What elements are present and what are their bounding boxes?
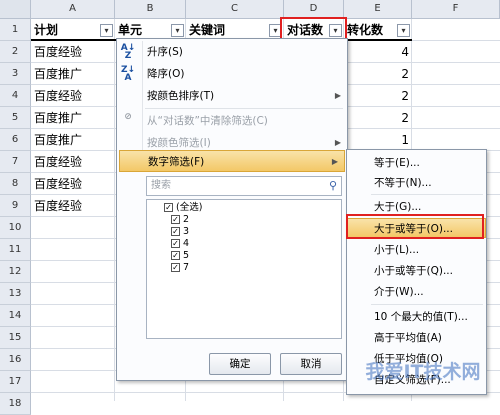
filter-dropdown-icon[interactable]: ▾ bbox=[171, 24, 184, 37]
search-icon: ⚲ bbox=[329, 179, 338, 192]
column-header-a[interactable]: A bbox=[31, 0, 115, 19]
column-header-c[interactable]: C bbox=[186, 0, 284, 19]
submenu-arrow-icon: ▶ bbox=[331, 157, 338, 166]
submenu-item-less-or-equal[interactable]: 小于或等于(Q)... bbox=[347, 261, 486, 281]
submenu-item-top-10[interactable]: 10 个最大的值(T)... bbox=[347, 307, 486, 327]
submenu-item-equals[interactable]: 等于(E)... bbox=[347, 153, 486, 173]
menu-item-clear-filter: ⊘ 从“对话数”中清除筛选(C) bbox=[117, 110, 347, 132]
checkbox-checked-icon: ✓ bbox=[164, 203, 173, 212]
cell-e3[interactable]: 2 bbox=[344, 63, 412, 85]
cell-a5[interactable]: 百度推广 bbox=[31, 107, 115, 129]
checkbox-checked-icon: ✓ bbox=[171, 215, 180, 224]
row-header[interactable]: 9 bbox=[0, 195, 31, 217]
submenu-item-between[interactable]: 介于(W)... bbox=[347, 282, 486, 302]
checkbox-checked-icon: ✓ bbox=[171, 239, 180, 248]
row-header[interactable]: 15 bbox=[0, 327, 31, 349]
menu-item-sort-ascending[interactable]: A↓ Z 升序(S) bbox=[117, 41, 347, 63]
row-header[interactable]: 8 bbox=[0, 173, 31, 195]
row-header[interactable]: 2 bbox=[0, 41, 31, 63]
row-header[interactable]: 18 bbox=[0, 393, 31, 415]
row-header[interactable]: 6 bbox=[0, 129, 31, 151]
row-header[interactable]: 1 bbox=[0, 19, 31, 41]
menu-separator bbox=[145, 108, 343, 109]
row-header[interactable]: 4 bbox=[0, 85, 31, 107]
cell-e4[interactable]: 2 bbox=[344, 85, 412, 107]
cell-a9[interactable]: 百度经验 bbox=[31, 195, 115, 217]
menu-item-sort-by-color[interactable]: 按颜色排序(T) ▶ bbox=[117, 85, 347, 107]
clear-filter-icon: ⊘ bbox=[124, 112, 132, 122]
select-all-corner[interactable] bbox=[0, 0, 31, 19]
cell-e6[interactable]: 1 bbox=[344, 129, 412, 151]
submenu-arrow-icon: ▶ bbox=[334, 91, 341, 100]
cell-e5[interactable]: 2 bbox=[344, 107, 412, 129]
cell-a3[interactable]: 百度推广 bbox=[31, 63, 115, 85]
filter-dropdown-icon[interactable]: ▾ bbox=[397, 24, 410, 37]
cell-e2[interactable]: 4 bbox=[344, 41, 412, 63]
row-header[interactable]: 16 bbox=[0, 349, 31, 371]
cell-a7[interactable]: 百度经验 bbox=[31, 151, 115, 173]
menu-item-sort-descending[interactable]: Z↓ A 降序(O) bbox=[117, 63, 347, 85]
filter-menu: A↓ Z 升序(S) Z↓ A 降序(O) 按颜色排序(T) ▶ ⊘ 从“对话数”中… bbox=[116, 38, 348, 381]
column-header-e[interactable]: E bbox=[344, 0, 412, 19]
row-header[interactable]: 14 bbox=[0, 305, 31, 327]
highlight-box bbox=[346, 214, 484, 239]
row-header[interactable]: 7 bbox=[0, 151, 31, 173]
cell-a6[interactable]: 百度推广 bbox=[31, 129, 115, 151]
submenu-item-less-than[interactable]: 小于(L)... bbox=[347, 240, 486, 260]
cell-a4[interactable]: 百度经验 bbox=[31, 85, 115, 107]
checkbox-checked-icon: ✓ bbox=[171, 251, 180, 260]
value-list[interactable]: ✓ (全选) ✓ 2 ✓ 3 ✓ 4 ✓ 5 ✓ 7 bbox=[146, 199, 342, 339]
row-header[interactable]: 12 bbox=[0, 261, 31, 283]
row-header[interactable]: 17 bbox=[0, 371, 31, 393]
row-header[interactable]: 13 bbox=[0, 283, 31, 305]
watermark-logo: 我爱IT技术网 bbox=[365, 361, 481, 383]
column-header-f[interactable]: F bbox=[412, 0, 500, 19]
checkbox-checked-icon: ✓ bbox=[171, 227, 180, 236]
row-header[interactable]: 5 bbox=[0, 107, 31, 129]
search-input[interactable]: 搜索 bbox=[146, 176, 342, 196]
row-header[interactable]: 11 bbox=[0, 239, 31, 261]
cell-a8[interactable]: 百度经验 bbox=[31, 173, 115, 195]
ok-button[interactable]: 确定 bbox=[209, 353, 271, 375]
cell-a2[interactable]: 百度经验 bbox=[31, 41, 115, 63]
row-header[interactable]: 3 bbox=[0, 63, 31, 85]
menu-item-number-filter[interactable]: 数字筛选(F) ▶ bbox=[119, 150, 345, 172]
filter-dropdown-icon[interactable]: ▾ bbox=[100, 24, 113, 37]
submenu-item-not-equals[interactable]: 不等于(N)... bbox=[347, 173, 486, 193]
cancel-button[interactable]: 取消 bbox=[280, 353, 342, 375]
menu-separator bbox=[371, 194, 483, 195]
row-header[interactable]: 10 bbox=[0, 217, 31, 239]
sort-descending-icon: Z↓ A bbox=[120, 65, 136, 83]
menu-separator bbox=[371, 304, 483, 305]
sort-ascending-icon: A↓ Z bbox=[120, 43, 136, 61]
column-header-b[interactable]: B bbox=[115, 0, 186, 19]
checkbox-checked-icon: ✓ bbox=[171, 263, 180, 272]
